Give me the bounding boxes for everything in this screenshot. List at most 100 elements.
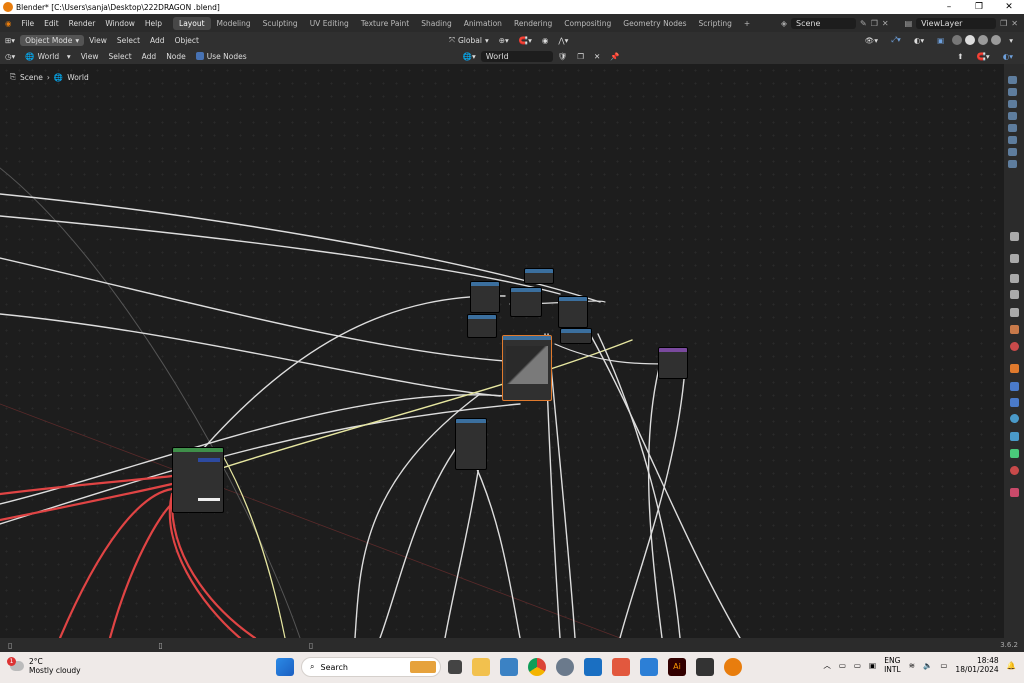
app-icon-orange[interactable] (612, 658, 630, 676)
xray-icon[interactable]: ▣ (932, 36, 949, 45)
pin-node-tree-icon[interactable]: 📌 (605, 52, 624, 61)
menu-select[interactable]: Select (112, 36, 145, 45)
world-tab-icon[interactable] (1010, 342, 1019, 351)
scene-field[interactable]: Scene (790, 17, 856, 29)
outlook-icon[interactable] (584, 658, 602, 676)
data-tab-icon[interactable] (1010, 449, 1019, 458)
falloff-icon[interactable]: ⋀▾ (553, 36, 573, 45)
shader-node[interactable] (455, 418, 487, 470)
breadcrumb-world[interactable]: World (67, 73, 89, 82)
menu-help[interactable]: Help (140, 19, 167, 28)
tab-sculpting[interactable]: Sculpting (257, 17, 304, 30)
world-datablock-icon[interactable]: 🌐▾ (458, 52, 481, 61)
constraints-tab-icon[interactable] (1010, 432, 1019, 441)
render-tab-icon[interactable] (1010, 274, 1019, 283)
start-button-icon[interactable] (276, 658, 294, 676)
fake-user-icon[interactable]: 🛡 (553, 52, 573, 61)
taskbar-search-box[interactable]: ⌕ Search (301, 657, 441, 677)
modifier-tab-icon[interactable] (1010, 382, 1019, 391)
camera-tab-icon[interactable] (1008, 112, 1017, 120)
pin-icon[interactable]: ✎ (860, 19, 867, 28)
battery-icon[interactable]: ▭ (940, 661, 947, 670)
breadcrumb-scene[interactable]: Scene (20, 73, 43, 82)
object-tab-icon[interactable] (1010, 364, 1019, 373)
view-layer-field[interactable]: ViewLayer (916, 17, 997, 29)
tab-scripting[interactable]: Scripting (693, 17, 738, 30)
parent-node-tree-icon[interactable]: ⬆ (952, 52, 968, 61)
menu-object[interactable]: Object (170, 36, 204, 45)
node-menu-view[interactable]: View (76, 52, 104, 61)
file-explorer-icon[interactable] (472, 658, 490, 676)
illustrator-icon[interactable]: Ai (668, 658, 686, 676)
sticky-notes-icon[interactable] (696, 658, 714, 676)
add-workspace-button[interactable]: + (738, 17, 756, 30)
tab-uv-editing[interactable]: UV Editing (304, 17, 355, 30)
shader-node[interactable] (524, 268, 554, 284)
camera-tab-icon[interactable] (1008, 88, 1017, 96)
shader-node[interactable] (470, 281, 500, 313)
mode-dropdown[interactable]: Object Mode ▾ (20, 34, 85, 46)
chrome-icon[interactable] (528, 658, 546, 676)
tab-shading[interactable]: Shading (415, 17, 457, 30)
camera-tab-icon[interactable] (1008, 160, 1017, 168)
menu-render[interactable]: Render (64, 19, 101, 28)
camera-tab-icon[interactable] (1008, 100, 1017, 108)
delete-view-layer-icon[interactable]: ✕ (1011, 19, 1018, 28)
editor-type-icon[interactable]: ⊞▾ (0, 36, 20, 45)
settings-icon[interactable] (556, 658, 574, 676)
menu-view[interactable]: View (84, 36, 112, 45)
scene-tab-icon[interactable] (1010, 325, 1019, 334)
overlay-icon[interactable]: ◐▾ (909, 36, 929, 45)
shader-node[interactable] (510, 287, 542, 317)
node-editor-type-icon[interactable]: ◷▾ (0, 52, 20, 61)
camera-tab-icon[interactable] (1008, 124, 1017, 132)
shader-node[interactable] (658, 347, 688, 379)
tool-settings-icon[interactable] (1010, 254, 1019, 263)
tray-app-icon[interactable]: ▭ (854, 661, 861, 670)
camera-tab-icon[interactable] (1008, 148, 1017, 156)
shading-options-icon[interactable]: ▾ (1004, 36, 1018, 45)
node-menu-node[interactable]: Node (161, 52, 191, 61)
camera-tab-icon[interactable] (1008, 136, 1017, 144)
task-view-icon[interactable] (448, 660, 462, 674)
particles-tab-icon[interactable] (1010, 398, 1019, 407)
pivot-icon[interactable]: ⊕▾ (494, 36, 514, 45)
shading-solid-icon[interactable] (965, 35, 976, 45)
tab-animation[interactable]: Animation (458, 17, 508, 30)
tray-app-icon[interactable]: ▭ (839, 661, 846, 670)
visibility-icon[interactable]: 👁▾ (860, 36, 883, 45)
shading-wireframe-icon[interactable] (952, 35, 963, 45)
weather-widget[interactable]: 1 2°C Mostly cloudy (7, 657, 81, 675)
tab-modeling[interactable]: Modeling (211, 17, 257, 30)
node-menu-add[interactable]: Add (137, 52, 162, 61)
clock[interactable]: 18:48 18/01/2024 (955, 656, 998, 674)
chevron-up-icon[interactable]: ︿ (823, 660, 831, 671)
language-indicator[interactable]: ENG INTL (884, 656, 901, 674)
node-menu-select[interactable]: Select (104, 52, 137, 61)
menu-add[interactable]: Add (145, 36, 170, 45)
shading-rendered-icon[interactable] (991, 35, 1002, 45)
snap-nodes-icon[interactable]: 🧲▾ (972, 52, 995, 61)
texture-tab-icon[interactable] (1010, 488, 1019, 497)
tray-app-icon[interactable]: ▣ (869, 661, 876, 670)
blender-menu-icon[interactable]: ◉ (0, 19, 17, 28)
menu-window[interactable]: Window (100, 19, 140, 28)
principled-bsdf-node[interactable] (172, 447, 224, 513)
volume-icon[interactable]: 🔈 (923, 661, 932, 670)
snap-icon[interactable]: 🧲▾ (514, 36, 537, 45)
output-tab-icon[interactable] (1010, 290, 1019, 299)
close-button[interactable]: ✕ (994, 2, 1024, 12)
shader-node[interactable] (558, 296, 588, 328)
tool-tab-icon[interactable] (1010, 232, 1019, 241)
physics-tab-icon[interactable] (1010, 414, 1019, 423)
world-name-field[interactable]: World (480, 50, 553, 62)
transform-orientation-dropdown[interactable]: ⤧ Global ▾ (444, 35, 494, 45)
delete-scene-icon[interactable]: ✕ (882, 19, 889, 28)
notifications-bell-icon[interactable]: 🔔 (1007, 661, 1016, 670)
store-icon[interactable] (500, 658, 518, 676)
camera-tab-icon[interactable] (1008, 76, 1017, 84)
duplicate-world-icon[interactable]: ❐ (572, 52, 589, 61)
blender-taskbar-icon[interactable] (724, 658, 742, 676)
tab-geometry-nodes[interactable]: Geometry Nodes (617, 17, 692, 30)
shader-type-dropdown[interactable]: 🌐 World ▾ (20, 52, 75, 61)
